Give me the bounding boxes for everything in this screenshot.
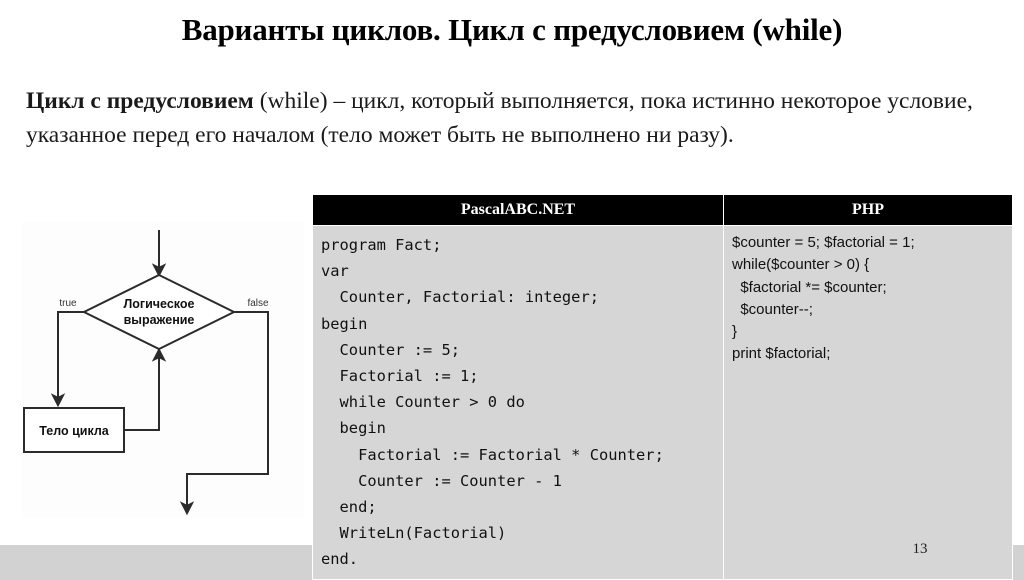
page-title: Варианты циклов. Цикл с предусловием (wh… xyxy=(181,12,843,47)
slide-number: 13 xyxy=(912,541,928,557)
php-code-cell: $counter = 5; $factorial = 1; while($cou… xyxy=(723,225,1013,580)
flow-arrow-loop-back xyxy=(124,347,167,431)
table-header-row: PascalABC.NET PHP xyxy=(312,194,1013,226)
pascal-code-block: program Fact; var Counter, Factorial: in… xyxy=(321,236,664,569)
code-comparison-table: PascalABC.NET PHP program Fact; var Coun… xyxy=(312,194,1013,580)
column-header-pascal: PascalABC.NET xyxy=(312,194,724,226)
table-row: program Fact; var Counter, Factorial: in… xyxy=(312,225,1013,580)
branch-label-false: false xyxy=(247,298,269,309)
condition-label-line1: Логическое xyxy=(124,297,195,311)
php-code-block: $counter = 5; $factorial = 1; while($cou… xyxy=(732,234,915,363)
intro-paragraph: Цикл с предусловием (while) – цикл, кото… xyxy=(26,84,994,152)
slide-surface: Варианты циклов. Цикл с предусловием (wh… xyxy=(0,0,1024,580)
intro-term: Цикл с предусловием xyxy=(26,88,254,114)
pascal-code-cell: program Fact; var Counter, Factorial: in… xyxy=(312,225,724,580)
loop-body-label: Тело цикла xyxy=(39,424,110,438)
condition-label-line2: выражение xyxy=(124,313,195,327)
flow-arrow-true xyxy=(50,311,84,408)
flow-arrow-false xyxy=(179,311,269,516)
column-header-php: PHP xyxy=(723,194,1013,226)
branch-label-true: true xyxy=(59,298,77,309)
while-loop-flowchart: Логическое выражение true false Тело цик… xyxy=(22,222,304,518)
decision-diamond xyxy=(81,273,237,351)
